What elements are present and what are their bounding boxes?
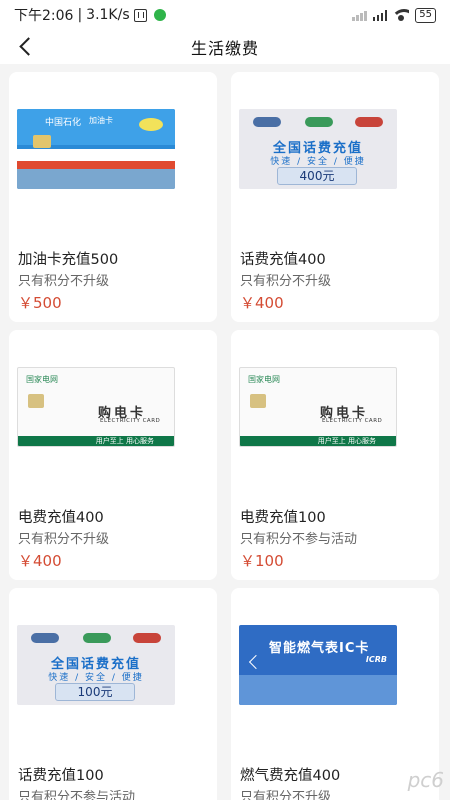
grid-logo: 国家电网 <box>26 375 58 384</box>
page-title: 生活缴费 <box>190 39 259 58</box>
product-subtitle: 只有积分不升级 <box>240 790 332 800</box>
card-chip-icon <box>250 394 266 408</box>
product-card-electricity-400[interactable]: 国家电网 购电卡 ELECTRICITY CARD 用户至上 用心服务 电费充值… <box>9 330 217 580</box>
mobile-logo <box>305 117 333 127</box>
product-title: 燃气费充值400 <box>240 768 341 784</box>
electricity-card-image: 国家电网 购电卡 ELECTRICITY CARD 用户至上 用心服务 <box>239 367 397 447</box>
app-header: 生活缴费 <box>0 30 450 64</box>
product-price: ￥100 <box>240 552 284 570</box>
mobile-logo <box>83 633 111 643</box>
card-chip-icon <box>28 394 44 408</box>
back-arrow-icon[interactable] <box>16 37 36 57</box>
fuel-card-badge <box>139 118 163 131</box>
product-price: ￥400 <box>18 552 62 570</box>
fuel-card-brand: 中国石化 <box>45 118 82 128</box>
product-grid: 中国石化 加油卡 加油卡充值500 只有积分不升级 ￥500 全国话费充值 快速… <box>9 72 441 800</box>
product-title: 加油卡充值500 <box>18 252 119 268</box>
fuel-card-label: 加油卡 <box>89 116 113 125</box>
status-separator: | <box>77 7 83 23</box>
product-title: 电费充值400 <box>18 510 104 526</box>
unicom-logo <box>355 117 383 127</box>
phone-card-image: 全国话费充值 快速 / 安全 / 便捷 100元 <box>17 625 175 705</box>
battery-icon: 55 <box>415 7 436 23</box>
network-speed: 3.1K/s <box>86 7 130 23</box>
product-card-phone-100[interactable]: 全国话费充值 快速 / 安全 / 便捷 100元 话费充值100 只有积分不参与… <box>9 588 217 800</box>
chevron-icon <box>248 654 264 670</box>
gas-card-image: 智能燃气表IC卡 ICRB <box>239 625 397 705</box>
gas-card-brand: ICRB <box>365 655 387 664</box>
product-title: 话费充值100 <box>18 768 104 784</box>
product-card-electricity-100[interactable]: 国家电网 购电卡 ELECTRICITY CARD 用户至上 用心服务 电费充值… <box>231 330 439 580</box>
unicom-logo <box>133 633 161 643</box>
product-price: ￥400 <box>240 294 284 312</box>
nfc-icon <box>133 8 147 22</box>
signal-sim1-icon <box>372 9 388 21</box>
electricity-card-slogan: 用户至上 用心服务 <box>240 436 396 446</box>
electricity-card-image: 国家电网 购电卡 ELECTRICITY CARD 用户至上 用心服务 <box>17 367 175 447</box>
product-subtitle: 只有积分不升级 <box>240 274 332 289</box>
wifi-icon <box>393 9 410 21</box>
phone-card-image: 全国话费充值 快速 / 安全 / 便捷 400元 <box>239 109 397 189</box>
product-title: 电费充值100 <box>240 510 326 526</box>
gas-card-headline: 智能燃气表IC卡 <box>269 641 370 656</box>
grid-logo: 国家电网 <box>248 375 280 384</box>
product-subtitle: 只有积分不升级 <box>18 274 110 289</box>
status-bar: 下午2:06 | 3.1K/s 55 <box>0 0 450 30</box>
watermark: pc6 <box>407 768 444 792</box>
product-title: 话费充值400 <box>240 252 326 268</box>
product-subtitle: 只有积分不参与活动 <box>18 790 136 800</box>
phone-card-tagline: 快速 / 安全 / 便捷 <box>270 157 366 167</box>
phone-card-tagline: 快速 / 安全 / 便捷 <box>48 673 144 683</box>
fuel-card-image: 中国石化 加油卡 <box>17 109 175 189</box>
status-time: 下午2:06 <box>14 8 74 24</box>
telecom-logo <box>253 117 281 127</box>
product-subtitle: 只有积分不升级 <box>18 532 110 547</box>
electricity-card-english: ELECTRICITY CARD <box>322 418 383 424</box>
product-card-phone-400[interactable]: 全国话费充值 快速 / 安全 / 便捷 400元 话费充值400 只有积分不升级… <box>231 72 439 322</box>
product-card-fuel-500[interactable]: 中国石化 加油卡 加油卡充值500 只有积分不升级 ￥500 <box>9 72 217 322</box>
electricity-card-english: ELECTRICITY CARD <box>100 418 161 424</box>
product-price: ￥500 <box>18 294 62 312</box>
signal-sim2-icon <box>352 9 367 21</box>
phone-card-amount: 400元 <box>277 167 357 185</box>
card-chip-icon <box>33 135 51 148</box>
product-subtitle: 只有积分不参与活动 <box>240 532 358 547</box>
phone-card-amount: 100元 <box>55 683 135 701</box>
wechat-notification-icon <box>153 9 166 21</box>
telecom-logo <box>31 633 59 643</box>
electricity-card-slogan: 用户至上 用心服务 <box>18 436 174 446</box>
